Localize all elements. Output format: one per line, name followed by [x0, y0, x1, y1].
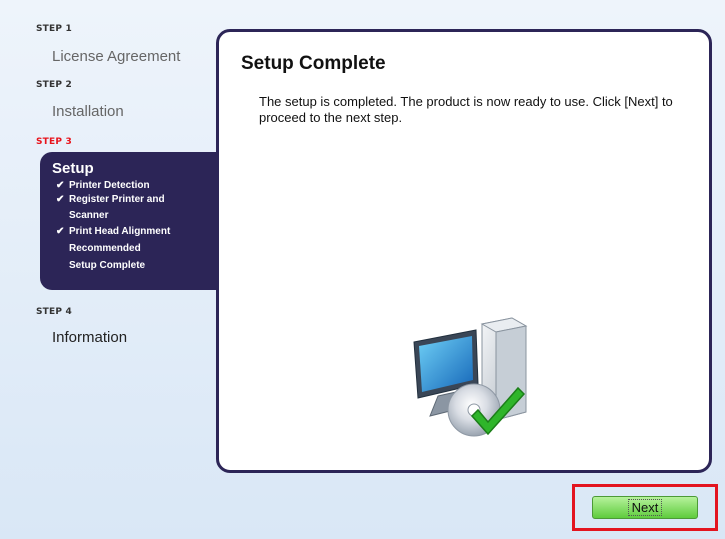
installer-window: STEP 1 License Agreement STEP 2 Installa…	[0, 0, 725, 539]
substep-setup-complete: Setup Complete	[69, 260, 146, 271]
substep-register-scanner: Scanner	[69, 210, 109, 221]
next-button[interactable]: Next	[592, 496, 698, 519]
check-icon: ✔	[56, 180, 65, 191]
next-button-highlight: Next	[572, 484, 718, 531]
substep-register-printer: ✔ Register Printer and	[56, 194, 165, 205]
substep-printer-detection: ✔ Printer Detection	[56, 180, 150, 191]
check-icon: ✔	[56, 194, 65, 205]
step-2-label: STEP 2	[36, 80, 72, 90]
completion-message: The setup is completed. The product is n…	[259, 94, 673, 125]
check-icon: ✔	[56, 226, 65, 237]
step-3-title: Setup	[52, 160, 94, 177]
content-panel: Setup Complete The setup is completed. T…	[216, 29, 712, 473]
step-1-title: License Agreement	[52, 48, 181, 65]
step-4-title: Information	[52, 329, 128, 346]
step-4-label: STEP 4	[36, 307, 72, 317]
active-step-panel: Setup ✔ Printer Detection ✔ Register Print…	[40, 152, 218, 290]
step-3-label: STEP 3	[36, 137, 72, 147]
step-1-label: STEP 1	[36, 24, 72, 34]
step-2-title: Installation	[52, 103, 124, 120]
computer-with-disc-and-check-icon	[413, 317, 528, 437]
substep-recommended: Recommended	[69, 243, 141, 254]
next-button-label: Next	[627, 499, 663, 516]
substep-print-head-alignment: ✔ Print Head Alignment	[56, 226, 171, 237]
page-title: Setup Complete	[241, 53, 386, 74]
